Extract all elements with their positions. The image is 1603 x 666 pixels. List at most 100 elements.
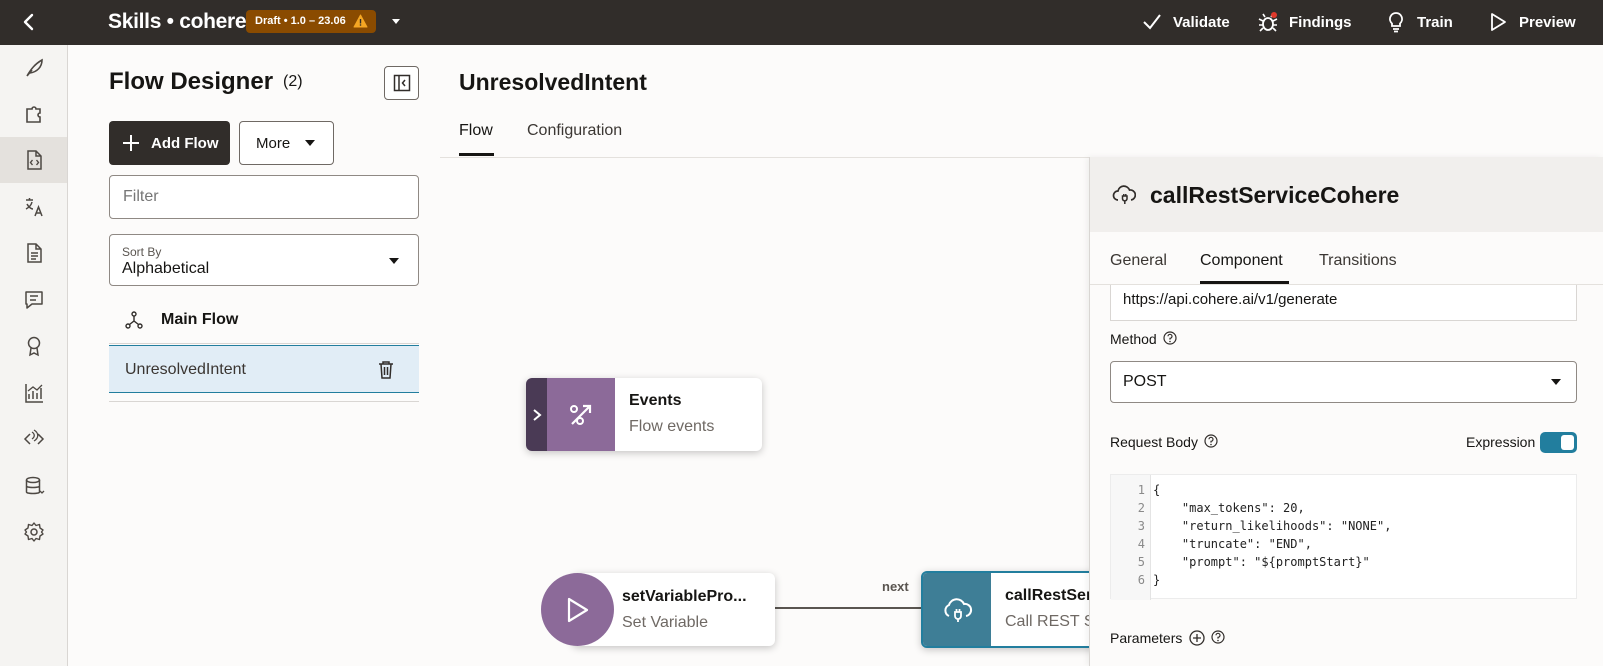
version-badge-label: Draft • 1.0 – 23.06 — [255, 15, 346, 27]
flow-list-item-label: UnresolvedIntent — [125, 361, 246, 378]
line-number: 3 — [1137, 519, 1145, 533]
flow-code-icon — [26, 150, 42, 170]
flow-count: (2) — [283, 73, 303, 90]
method-select[interactable]: POST — [1110, 361, 1577, 403]
cloud-plug-icon — [944, 597, 973, 622]
help-icon[interactable] — [1211, 630, 1225, 644]
help-icon[interactable] — [1163, 331, 1177, 345]
expression-label: Expression — [1466, 434, 1536, 450]
back-arrow-icon[interactable] — [18, 11, 40, 33]
active-tab-indicator — [459, 153, 494, 156]
validate-label: Validate — [1173, 13, 1230, 31]
line-content: "return_likelihoods": "NONE", — [1153, 519, 1392, 533]
top-bar: Skills • cohere Draft • 1.0 – 23.06 Vali… — [0, 0, 1603, 45]
play-icon — [1491, 13, 1506, 31]
tab-configuration[interactable]: Configuration — [527, 122, 622, 140]
tab-component[interactable]: Component — [1200, 252, 1283, 270]
call-rest-node-title: callRestSer — [1005, 587, 1093, 604]
call-rest-node-subtitle: Call REST S — [1005, 613, 1095, 630]
validate-button[interactable]: Validate — [1141, 10, 1230, 34]
parameters-label-text: Parameters — [1110, 630, 1183, 646]
feather-icon — [25, 58, 43, 77]
flow-list-item[interactable]: UnresolvedIntent — [109, 345, 419, 393]
events-icon — [570, 404, 592, 425]
collapse-sidebar-icon — [393, 74, 410, 92]
plus-icon — [123, 135, 139, 151]
inspector-header: callRestServiceCohere — [1090, 157, 1603, 232]
add-flow-label: Add Flow — [151, 134, 219, 152]
events-node[interactable]: Events Flow events — [526, 378, 762, 451]
events-node-title: Events — [629, 392, 682, 409]
document-icon — [26, 243, 42, 263]
train-button[interactable]: Train — [1385, 10, 1453, 34]
request-body-editor[interactable]: 1 { 2 "max_tokens": 20, 3 "return_likelih… — [1110, 474, 1577, 600]
sort-by-value: Alphabetical — [122, 260, 210, 277]
tab-flow[interactable]: Flow — [459, 122, 493, 140]
app-title: Skills • cohere — [108, 10, 247, 33]
chevron-down-icon — [305, 140, 316, 146]
expression-toggle[interactable] — [1540, 432, 1577, 453]
line-number: 5 — [1137, 555, 1145, 569]
rail-item-settings[interactable] — [0, 509, 67, 555]
warning-icon — [353, 14, 368, 28]
rail-item-intents[interactable] — [0, 91, 67, 137]
page-title: UnresolvedIntent — [459, 69, 647, 95]
findings-label: Findings — [1289, 13, 1352, 31]
line-number: 6 — [1137, 573, 1145, 587]
set-variable-node-subtitle: Set Variable — [622, 614, 708, 631]
rail-item-insights[interactable] — [0, 370, 67, 416]
rail-item-entities[interactable] — [0, 463, 67, 509]
line-content: "prompt": "${promptStart}" — [1153, 555, 1370, 569]
edge-label: next — [882, 579, 909, 594]
translate-icon — [25, 198, 43, 217]
version-dropdown-icon[interactable] — [390, 15, 402, 27]
tab-general[interactable]: General — [1110, 252, 1167, 270]
play-icon — [567, 597, 588, 622]
filter-input[interactable]: Filter — [109, 175, 419, 219]
settings-icon — [23, 522, 44, 542]
collapse-panel-button[interactable] — [384, 66, 419, 100]
rail-item-channels[interactable] — [0, 416, 67, 462]
trash-icon[interactable] — [377, 360, 395, 380]
rail-item-conversations[interactable] — [0, 277, 67, 323]
add-circle-icon[interactable] — [1189, 630, 1206, 646]
main-flow-label: Main Flow — [161, 311, 239, 328]
database-icon — [25, 476, 44, 495]
sort-by-select[interactable]: Sort By Alphabetical — [109, 234, 419, 286]
line-number: 1 — [1137, 483, 1145, 497]
preview-label: Preview — [1519, 13, 1576, 31]
help-icon[interactable] — [1204, 434, 1218, 448]
expand-events-button[interactable] — [526, 378, 547, 451]
award-icon — [27, 336, 40, 357]
rail-item-quality[interactable] — [0, 323, 67, 369]
more-button[interactable]: More — [239, 121, 334, 165]
parameters-label: Parameters — [1110, 630, 1225, 646]
inspector-title: callRestServiceCohere — [1150, 182, 1400, 208]
chevron-down-icon — [1551, 379, 1561, 385]
request-body-label-text: Request Body — [1110, 434, 1198, 450]
tab-transitions[interactable]: Transitions — [1319, 252, 1397, 270]
version-badge[interactable]: Draft • 1.0 – 23.06 — [246, 10, 376, 33]
line-content: "truncate": "END", — [1153, 537, 1312, 551]
rest-url-field[interactable]: https://api.cohere.ai/v1/generate — [1110, 285, 1577, 321]
rail-item-flows[interactable] — [0, 137, 67, 183]
property-inspector: callRestServiceCohere General Component … — [1089, 157, 1603, 666]
rail-item-translations[interactable] — [0, 184, 67, 230]
cloud-plug-icon — [1112, 185, 1136, 204]
train-label: Train — [1417, 13, 1453, 31]
preview-button[interactable]: Preview — [1487, 10, 1576, 34]
method-value: POST — [1123, 373, 1167, 390]
line-content: "max_tokens": 20, — [1153, 501, 1305, 515]
transition-edge — [775, 607, 923, 609]
findings-button[interactable]: Findings — [1257, 10, 1352, 34]
panel-title: Flow Designer — [109, 68, 274, 95]
main-flow-item[interactable]: Main Flow — [109, 298, 419, 344]
set-variable-node-icon — [541, 573, 614, 646]
rail-item-overview[interactable] — [0, 45, 67, 91]
line-number: 2 — [1137, 501, 1145, 515]
more-label: More — [256, 134, 291, 152]
add-flow-button[interactable]: Add Flow — [109, 121, 230, 165]
chevron-down-icon — [389, 258, 399, 264]
rail-item-resources[interactable] — [0, 230, 67, 276]
method-label: Method — [1110, 331, 1177, 347]
